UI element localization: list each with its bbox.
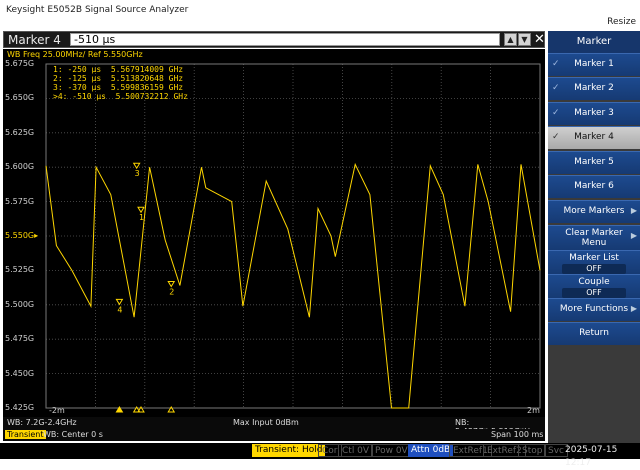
y-tick-label: 5.500G <box>5 299 35 309</box>
attn-indicator: Attn 0dB <box>408 444 454 457</box>
transient-hold-badge: Transient: Hold <box>252 444 326 457</box>
marker-4-label: 4 <box>117 305 122 314</box>
chevron-right-icon: ▶ <box>630 231 637 240</box>
softkey-more-functions[interactable]: More Functions ▶ <box>548 298 640 321</box>
y-tick-label: 5.450G <box>5 368 35 378</box>
chevron-right-icon: ▶ <box>630 206 637 215</box>
softkey-marker-3[interactable]: ✓ Marker 3 <box>548 102 640 125</box>
step-up-button[interactable]: ▲ <box>504 33 517 46</box>
x-axis-right-label: 2m <box>527 406 540 415</box>
trace-plot: 1 2 3 4 <box>45 63 541 413</box>
softkey-more-markers[interactable]: More Markers ▶ <box>548 200 640 223</box>
resize-menu[interactable]: Resize <box>607 17 636 27</box>
y-tick-label: 5.425G <box>5 403 35 412</box>
wb-center: WB: Center 0 s <box>43 430 103 439</box>
chevron-right-icon: ▶ <box>630 304 637 313</box>
marker-readout-row: 3: -370 μs 5.599836159 GHz <box>53 83 184 92</box>
softkey-panel: Marker ✓ Marker 1 ✓ Marker 2 ✓ Marker 3 … <box>548 31 640 443</box>
pow-indicator: Pow 0V <box>371 444 412 457</box>
marker-readout-row: 1: -250 μs 5.567914009 GHz <box>53 65 184 74</box>
softkey-marker-4[interactable]: ✓ Marker 4 <box>548 126 640 149</box>
softkey-couple[interactable]: Couple OFF <box>548 274 640 298</box>
marker-3-symbol <box>132 162 141 170</box>
marker-2-symbol <box>167 281 176 288</box>
marker-list-value: OFF <box>562 264 626 274</box>
trace-window[interactable]: 1 2 3 4 WB Freq 25.00MHz/ Ref 5.550GHz 5.67… <box>3 49 545 417</box>
marker-readout-row: >4: -510 μs 5.500732212 GHz <box>53 92 188 101</box>
y-tick-label: 5.550G▸ <box>5 231 39 240</box>
softkey-marker-list[interactable]: Marker List OFF <box>548 250 640 274</box>
entry-label: Marker 4 <box>8 33 61 47</box>
softkey-return[interactable]: Return <box>548 322 640 345</box>
menu-bar: Resize <box>0 12 640 30</box>
ctl-indicator: Ctl 0V <box>338 444 374 457</box>
marker-symbols: 1 2 3 4 <box>115 162 176 314</box>
close-icon[interactable]: ✕ <box>534 32 545 47</box>
y-tick-label: 5.475G <box>5 334 35 344</box>
wb-range: WB: 7.2G-2.4GHz <box>7 418 77 427</box>
x-axis-left-label: -2m <box>49 406 65 415</box>
marker-4-symbol <box>115 298 124 306</box>
marker-value-input[interactable] <box>70 33 500 46</box>
status-line-2: Transient WB: Center 0 s Span 100 ms <box>3 429 545 441</box>
graticule <box>45 63 541 409</box>
marker-1-label: 1 <box>139 213 144 222</box>
y-tick-label: 5.525G <box>5 265 35 275</box>
softkey-marker-2[interactable]: ✓ Marker 2 <box>548 77 640 100</box>
y-tick-label: 5.600G <box>5 162 35 172</box>
span-value: Span 100 ms <box>491 430 544 439</box>
trace-header: WB Freq 25.00MHz/ Ref 5.550GHz <box>3 49 545 60</box>
marker-1-symbol <box>137 206 145 214</box>
y-tick-label: 5.675G <box>5 59 35 68</box>
marker-readout-row: 2: -125 μs 5.513820648 GHz <box>53 74 184 83</box>
stop-indicator: Stop <box>518 444 547 457</box>
instrument-status-bar: Transient: Hold Cor Ctl 0V Pow 0V Attn 0… <box>0 443 640 468</box>
max-input: Max Input 0dBm <box>233 418 299 427</box>
softkey-marker-1[interactable]: ✓ Marker 1 <box>548 53 640 76</box>
step-down-button[interactable]: ▼ <box>518 33 531 46</box>
y-tick-label: 5.650G <box>5 93 35 103</box>
status-line-1: WB: 7.2G-2.4GHz Max Input 0dBm NB: 5.487… <box>3 417 545 436</box>
entry-bar: Marker 4 ▲ ▼ ✕ <box>3 31 545 48</box>
softkey-marker-5[interactable]: Marker 5 <box>548 151 640 174</box>
y-tick-label: 5.575G <box>5 196 35 206</box>
marker-2-label: 2 <box>169 288 174 297</box>
softkey-marker-6[interactable]: Marker 6 <box>548 175 640 198</box>
y-tick-label: 5.625G <box>5 127 35 137</box>
couple-value: OFF <box>562 288 626 298</box>
marker-readout-table: 1: -250 μs 5.567914009 GHz 2: -125 μs 5.5… <box>53 65 188 101</box>
marker-3-label: 3 <box>135 169 140 178</box>
softkey-menu-title: Marker <box>548 31 640 53</box>
date-time: 2025-07-15 12:17 <box>565 445 618 468</box>
softkey-clear-marker-menu[interactable]: Clear Marker Menu ▶ <box>548 225 640 250</box>
mode-indicator: Transient <box>5 430 46 439</box>
